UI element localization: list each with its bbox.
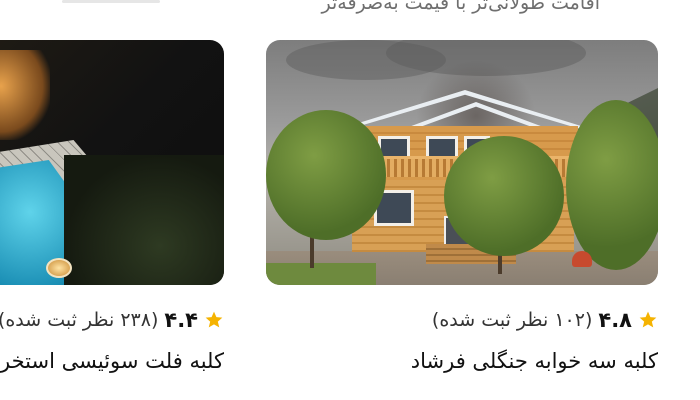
listing-card[interactable]: ۴.۸ (۱۰۲ نظر ثبت شده) کلبه سه خوابه جنگل… <box>266 40 658 373</box>
listing-photo[interactable] <box>0 40 224 285</box>
review-count: (۱۰۲ نظر ثبت شده) <box>431 309 593 331</box>
listing-rating: ۴.۸ (۱۰۲ نظر ثبت شده) <box>266 305 658 335</box>
section-subtitle: اقامت طولانی‌تر با قیمت به‌صرفه‌تر <box>321 0 600 14</box>
listing-photo[interactable] <box>266 40 658 285</box>
star-icon <box>639 311 657 328</box>
star-icon <box>205 311 223 328</box>
listing-card[interactable]: ۴.۴ (۲۳۸ نظر ثبت شده) کلبه فلت سوئیسی اس… <box>0 40 224 373</box>
listing-title[interactable]: کلبه سه خوابه جنگلی فرشاد <box>266 349 658 373</box>
listing-title[interactable]: کلبه فلت سوئیسی استخردار <box>0 349 224 373</box>
review-count: (۲۳۸ نظر ثبت شده) <box>0 309 159 331</box>
rating-score: ۴.۸ <box>598 308 632 332</box>
listings-carousel: اقامت طولانی‌تر با قیمت به‌صرفه‌تر <box>0 0 700 400</box>
top-divider <box>62 0 160 3</box>
listing-rating: ۴.۴ (۲۳۸ نظر ثبت شده) <box>0 305 224 335</box>
rating-score: ۴.۴ <box>164 308 198 332</box>
